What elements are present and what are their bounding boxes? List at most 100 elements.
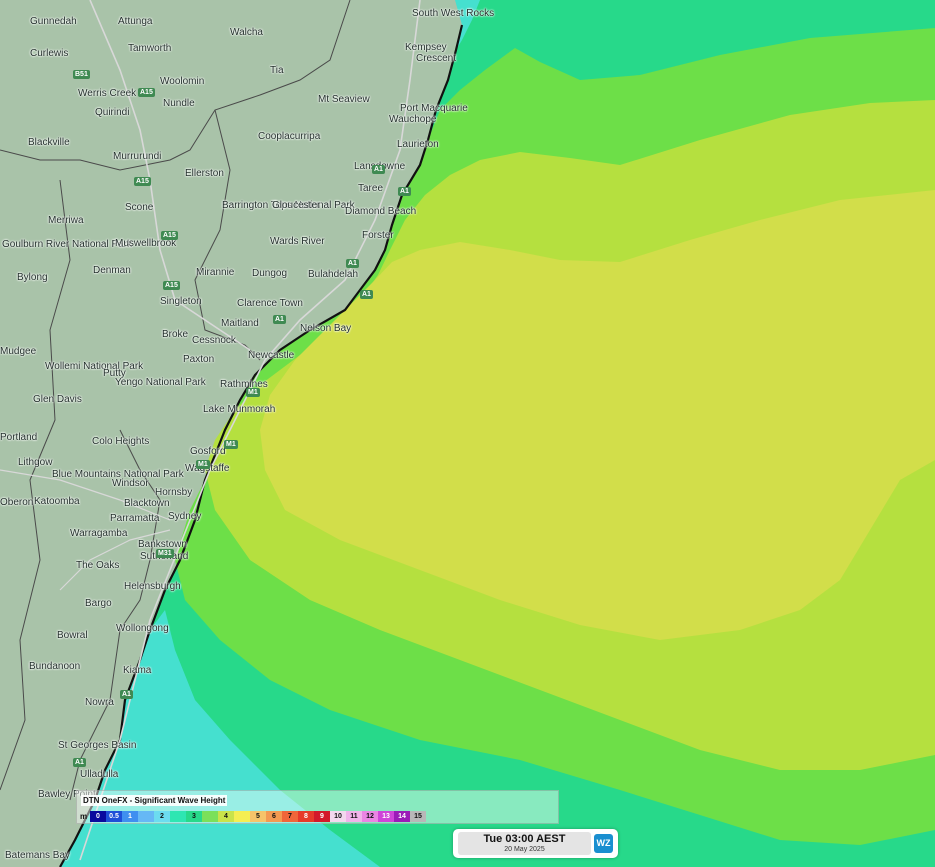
road-shield: A1 bbox=[360, 290, 373, 299]
place-label-yengo: Yengo National Park bbox=[115, 377, 206, 388]
road-shield: A15 bbox=[163, 281, 180, 290]
place-label-blacktown: Blacktown bbox=[124, 498, 170, 509]
place-label-parramatta: Parramatta bbox=[110, 513, 160, 524]
place-label-merriwa: Merriwa bbox=[48, 215, 84, 226]
place-label-warragamba: Warragamba bbox=[70, 528, 128, 539]
legend-swatch: 6 bbox=[266, 811, 282, 822]
legend-title: DTN OneFX - Significant Wave Height bbox=[81, 795, 228, 806]
place-label-katoomba: Katoomba bbox=[34, 496, 80, 507]
place-label-bylong: Bylong bbox=[17, 272, 48, 283]
place-label-bargo: Bargo bbox=[85, 598, 112, 609]
legend-swatch: 15 bbox=[410, 811, 426, 822]
weatherzone-logo[interactable]: WZ bbox=[594, 834, 613, 853]
place-label-dungog: Dungog bbox=[252, 268, 288, 279]
legend-swatch: 0 bbox=[90, 811, 106, 822]
forecast-time-panel[interactable]: Tue 03:00 AEST 20 May 2025 WZ bbox=[453, 829, 618, 858]
road-shield: M1 bbox=[224, 440, 238, 449]
legend-swatch: 9 bbox=[314, 811, 330, 822]
legend-swatch: 10 bbox=[330, 811, 346, 822]
road-shield: A1 bbox=[73, 758, 86, 767]
place-label-sydney: Sydney bbox=[168, 511, 202, 522]
place-label-taree: Taree bbox=[358, 183, 384, 194]
place-label-cooplacurripa: Cooplacurripa bbox=[258, 131, 321, 142]
place-label-windsor: Windsor bbox=[112, 478, 149, 489]
legend-swatch: 8 bbox=[298, 811, 314, 822]
place-label-glen-davis: Glen Davis bbox=[33, 394, 82, 405]
place-label-lake-munmorah: Lake Munmorah bbox=[203, 404, 276, 415]
place-label-quirindi: Quirindi bbox=[95, 107, 130, 118]
place-label-diamond-beach: Diamond Beach bbox=[345, 206, 417, 217]
legend-unit: m bbox=[80, 812, 88, 821]
place-label-gunnedah: Gunnedah bbox=[30, 16, 77, 27]
place-label-woolomin: Woolomin bbox=[160, 76, 205, 87]
place-label-ulladulla: Ulladulla bbox=[80, 769, 119, 780]
place-label-newcastle: Newcastle bbox=[248, 350, 295, 361]
place-label-gosford: Gosford bbox=[190, 446, 226, 457]
place-label-broke: Broke bbox=[162, 329, 189, 340]
forecast-time: Tue 03:00 AEST bbox=[483, 833, 566, 845]
place-label-walcha: Walcha bbox=[230, 27, 263, 38]
place-label-ellerston: Ellerston bbox=[185, 168, 224, 179]
place-label-the-oaks: The Oaks bbox=[76, 560, 120, 571]
legend-swatch: 12 bbox=[362, 811, 378, 822]
place-label-gloucester: Gloucester bbox=[272, 200, 321, 211]
legend-swatch: 14 bbox=[394, 811, 410, 822]
place-label-mt-seaview: Mt Seaview bbox=[318, 94, 370, 105]
place-label-werris-creek: Werris Creek bbox=[78, 88, 137, 99]
road-shield: B51 bbox=[73, 70, 90, 79]
road-shield: A15 bbox=[138, 88, 155, 97]
place-label-wauchope: Wauchope bbox=[389, 114, 437, 125]
legend-swatch: 13 bbox=[378, 811, 394, 822]
place-label-south-west-rocks: South West Rocks bbox=[412, 8, 495, 19]
place-label-tamworth: Tamworth bbox=[128, 43, 172, 54]
legend-swatch: 2 bbox=[154, 811, 170, 822]
road-shield: A1 bbox=[346, 259, 359, 268]
legend-swatch: 3 bbox=[186, 811, 202, 822]
legend-swatch: 0.5 bbox=[106, 811, 122, 822]
place-label-nelson-bay: Nelson Bay bbox=[300, 323, 352, 334]
place-label-blackville: Blackville bbox=[28, 137, 70, 148]
place-label-attunga: Attunga bbox=[118, 16, 153, 27]
road-shield: M31 bbox=[156, 549, 174, 558]
legend-swatch bbox=[170, 811, 186, 822]
place-label-goulburn-river: Goulburn River National Park bbox=[2, 239, 133, 250]
forecast-date: 20 May 2025 bbox=[504, 846, 545, 853]
legend-swatch bbox=[202, 811, 218, 822]
legend-swatch: 4 bbox=[218, 811, 234, 822]
legend-swatch: 1 bbox=[122, 811, 138, 822]
legend-swatch: 11 bbox=[346, 811, 362, 822]
place-label-wards-river: Wards River bbox=[270, 236, 325, 247]
legend-color-bar: 0 0.5 1 2 3 4 5 6 7 8 9 10 11 12 13 14 15 bbox=[90, 811, 426, 822]
place-label-scone: Scone bbox=[125, 202, 154, 213]
place-label-laurieton: Laurieton bbox=[397, 139, 439, 150]
place-label-mudgee: Mudgee bbox=[0, 346, 37, 357]
forecast-time-display: Tue 03:00 AEST 20 May 2025 bbox=[458, 832, 591, 855]
place-label-nowra: Nowra bbox=[85, 697, 114, 708]
place-label-nundle: Nundle bbox=[163, 98, 195, 109]
place-label-clarence-town: Clarence Town bbox=[237, 298, 303, 309]
place-label-mirannie: Mirannie bbox=[196, 267, 235, 278]
road-shield: A15 bbox=[134, 177, 151, 186]
place-label-crescent-head: Crescent bbox=[416, 53, 457, 64]
place-label-lithgow: Lithgow bbox=[18, 457, 53, 468]
place-label-denman: Denman bbox=[93, 265, 131, 276]
road-shield: M1 bbox=[246, 388, 260, 397]
place-label-st-georges-basin: St Georges Basin bbox=[58, 740, 137, 751]
place-label-bowral: Bowral bbox=[57, 630, 88, 641]
road-shield: A1 bbox=[120, 690, 133, 699]
road-shield: A1 bbox=[372, 165, 385, 174]
place-label-singleton: Singleton bbox=[160, 296, 202, 307]
place-label-bulahdelah: Bulahdelah bbox=[308, 269, 359, 280]
place-label-paxton: Paxton bbox=[183, 354, 215, 365]
wave-height-map[interactable] bbox=[0, 0, 935, 867]
place-label-curlewis: Curlewis bbox=[30, 48, 69, 59]
place-label-wollongong: Wollongong bbox=[116, 623, 169, 634]
legend-swatch bbox=[138, 811, 154, 822]
road-shield: A1 bbox=[398, 187, 411, 196]
place-label-oberon: Oberon bbox=[0, 497, 34, 508]
wave-height-legend: DTN OneFX - Significant Wave Height m 00… bbox=[76, 790, 559, 824]
place-label-colo-heights: Colo Heights bbox=[92, 436, 150, 447]
place-label-kempsey: Kempsey bbox=[405, 42, 447, 53]
place-label-wollemi: Wollemi National Park bbox=[45, 361, 144, 372]
place-label-batemans-bay: Batemans Bay bbox=[5, 850, 71, 861]
